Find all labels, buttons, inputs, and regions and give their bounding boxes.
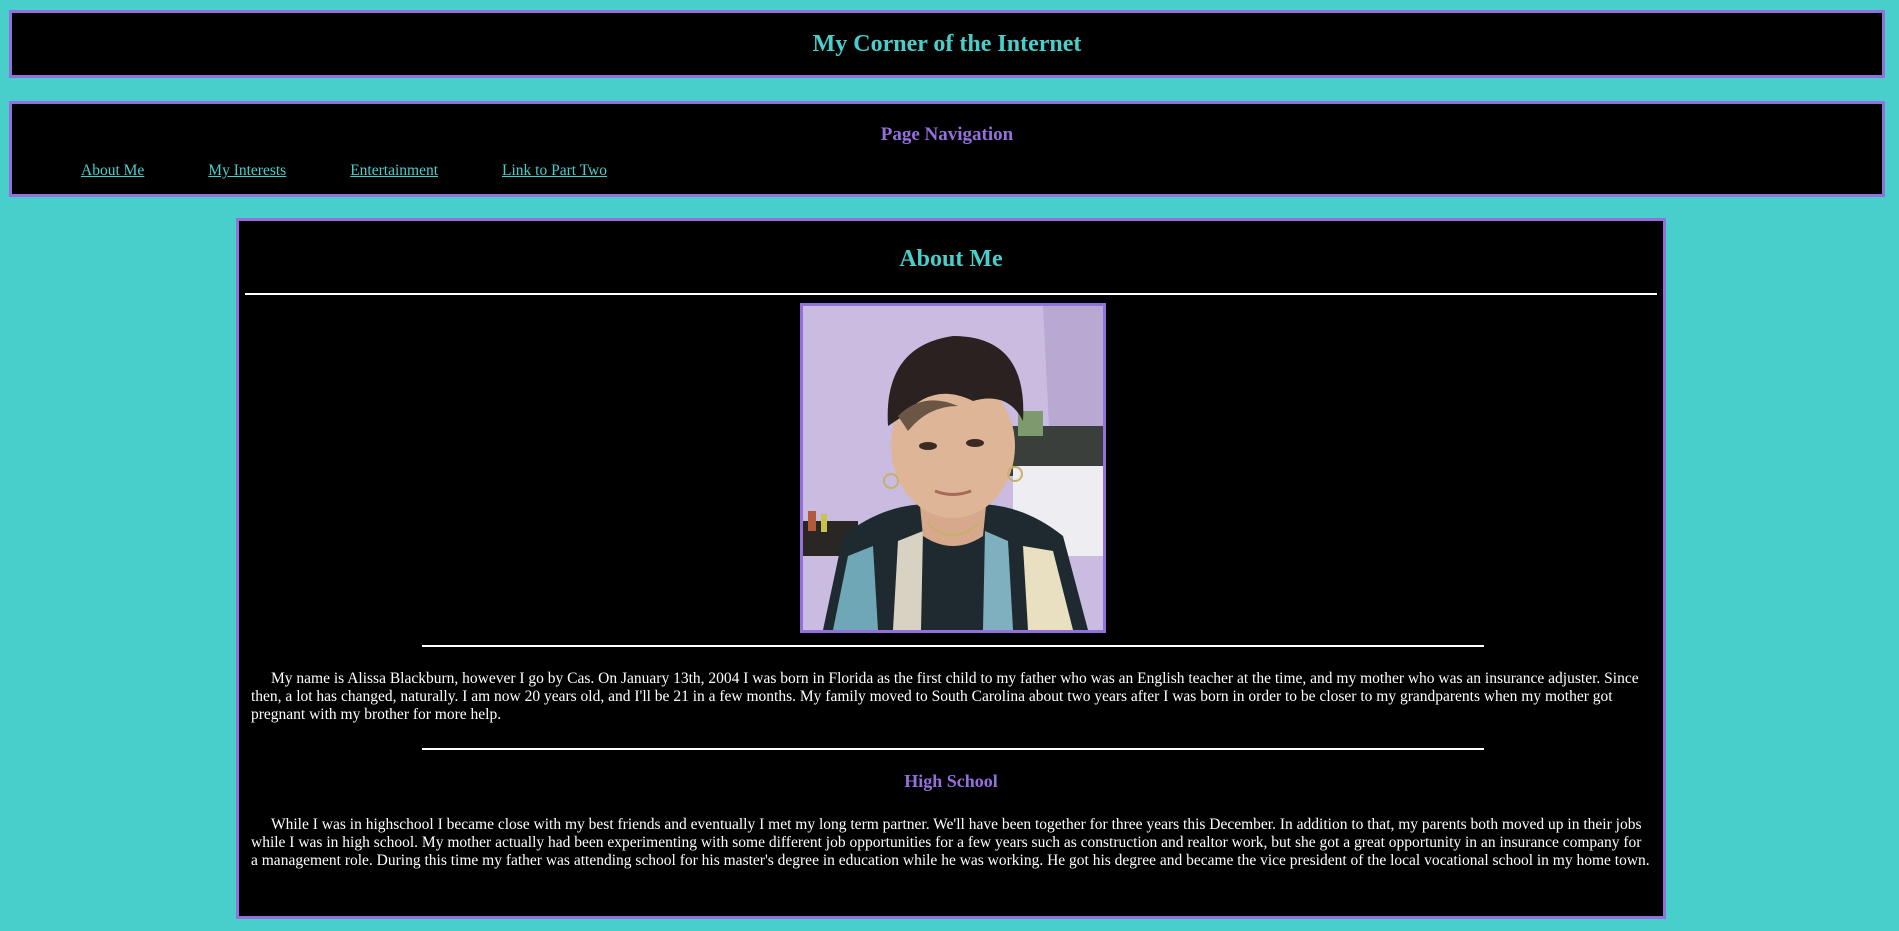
nav-links: About Me My Interests Entertainment Link…	[81, 162, 671, 180]
section-title: About Me	[899, 246, 1003, 272]
nav-link-my-interests[interactable]: My Interests	[208, 162, 286, 180]
about-me-section: About Me My name is Alissa Blackburn, ho…	[236, 218, 1666, 919]
nav-heading: Page Navigation	[880, 124, 1014, 145]
divider	[422, 748, 1484, 750]
page-navigation: Page Navigation About Me My Interests En…	[9, 101, 1885, 197]
high-school-paragraph: While I was in highschool I became close…	[251, 816, 1650, 869]
nav-link-about-me[interactable]: About Me	[81, 162, 144, 180]
profile-photo	[800, 303, 1106, 633]
divider	[422, 645, 1484, 647]
site-title: My Corner of the Internet	[812, 30, 1082, 57]
nav-link-part-two[interactable]: Link to Part Two	[502, 162, 607, 180]
nav-link-entertainment[interactable]: Entertainment	[350, 162, 438, 180]
high-school-heading: High School	[904, 771, 998, 791]
profile-photo-image	[803, 306, 1103, 630]
divider	[245, 293, 1657, 295]
intro-paragraph: My name is Alissa Blackburn, however I g…	[251, 670, 1639, 723]
site-header: My Corner of the Internet	[9, 10, 1885, 78]
